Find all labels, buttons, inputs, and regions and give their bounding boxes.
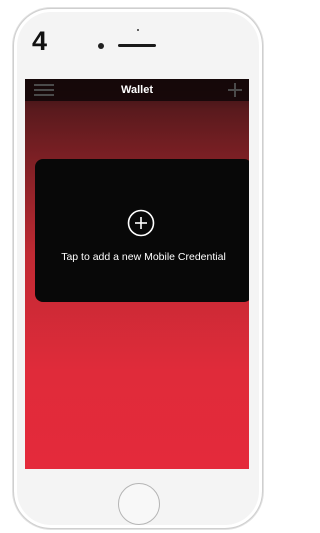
plus-icon[interactable]	[227, 82, 243, 98]
plus-circle-icon	[127, 209, 155, 237]
home-button[interactable]	[118, 483, 160, 525]
earpiece-speaker	[118, 44, 156, 47]
navigation-bar: Wallet	[25, 79, 249, 101]
page-title: Wallet	[121, 84, 153, 96]
phone-screen: Wallet Tap to add a new Mobile Credentia…	[25, 79, 249, 469]
front-camera	[98, 43, 104, 49]
step-number: 4	[32, 26, 48, 56]
proximity-sensor	[137, 29, 139, 31]
stage: 4 Wallet Tap to add a new Mobile Credent…	[0, 0, 275, 533]
add-credential-label: Tap to add a new Mobile Credential	[61, 251, 226, 263]
add-credential-card[interactable]: Tap to add a new Mobile Credential	[35, 159, 249, 302]
